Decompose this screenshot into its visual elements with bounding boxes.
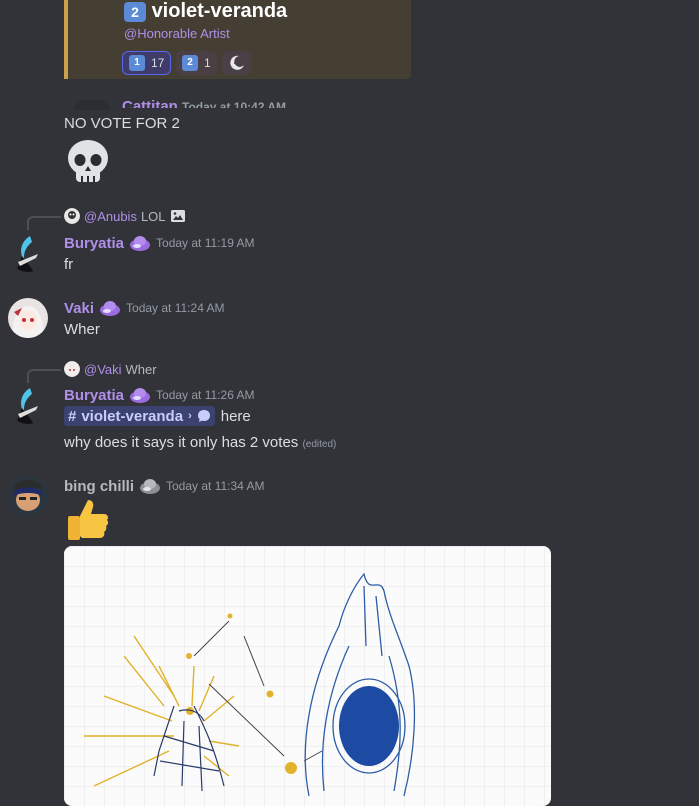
thread-bubble-icon — [197, 410, 210, 422]
message-header: Buryatia Today at 11:19 AM — [64, 233, 255, 253]
timestamp: Today at 11:26 AM — [156, 388, 255, 402]
message-header: Buryatia Today at 11:26 AM — [64, 385, 255, 405]
embed-title: 2 violet-veranda — [124, 0, 287, 23]
username[interactable]: bing chilli — [64, 478, 134, 495]
avatar[interactable] — [8, 232, 48, 272]
message-header: Vaki Today at 11:24 AM — [64, 298, 225, 318]
reaction-1[interactable]: 1 17 — [122, 51, 172, 75]
edited-label: (edited) — [302, 439, 337, 450]
reaction-2[interactable]: 2 1 — [176, 51, 217, 75]
hash-icon: # — [68, 407, 77, 425]
image-attachment[interactable] — [64, 546, 551, 806]
message-text: Wher — [64, 321, 100, 338]
message-text: here — [220, 407, 251, 425]
reply-username[interactable]: @Anubis — [84, 209, 137, 224]
image-icon — [170, 210, 185, 222]
skull-emoji-icon — [64, 138, 112, 190]
sketch-drawing — [64, 546, 551, 806]
chevron-right-icon: › — [188, 410, 192, 422]
reply-text: LOL — [140, 208, 166, 224]
reply-avatar — [64, 361, 80, 377]
reply-connector — [27, 216, 61, 230]
channel-name: violet-veranda — [81, 407, 184, 425]
reply-preview[interactable]: @Vaki Wher — [64, 361, 157, 377]
timestamp: Today at 11:24 AM — [126, 301, 225, 315]
username[interactable]: Buryatia — [64, 387, 124, 404]
username[interactable]: Buryatia — [64, 235, 124, 252]
reaction-badge: 2 — [182, 55, 198, 71]
message-text: NO VOTE FOR 2 — [64, 115, 180, 132]
cloud-role-icon — [130, 388, 151, 403]
reaction-count: 1 — [204, 56, 211, 70]
username[interactable]: Cattitan — [122, 98, 178, 108]
message-line: # violet-veranda › here — [64, 406, 251, 426]
reaction-3[interactable] — [222, 51, 252, 75]
reply-avatar — [64, 208, 80, 224]
moon-face-icon — [230, 55, 244, 70]
avatar[interactable] — [8, 384, 48, 424]
reply-text: Wher — [125, 361, 157, 377]
rank-badge: 2 — [124, 2, 146, 22]
username[interactable]: Vaki — [64, 300, 94, 317]
timestamp: Today at 11:34 AM — [166, 479, 265, 493]
cloud-role-icon — [100, 301, 121, 316]
avatar[interactable] — [8, 476, 48, 516]
timestamp: Today at 11:19 AM — [156, 236, 255, 250]
avatar[interactable] — [8, 298, 48, 338]
cloud-role-icon — [130, 236, 151, 251]
embed-title-text: violet-veranda — [151, 0, 288, 22]
cut-message-header: Cattitan Today at 10:42 AM — [122, 98, 292, 108]
reaction-badge: 1 — [129, 55, 145, 71]
message-header: bing chilli Today at 11:34 AM — [64, 476, 265, 496]
message-line: why does it says it only has 2 votes (ed… — [64, 434, 336, 451]
reaction-count: 17 — [151, 56, 165, 70]
thumbs-up-emoji-icon — [64, 496, 112, 548]
timestamp: Today at 10:42 AM — [182, 100, 287, 108]
cloud-role-icon — [140, 479, 160, 494]
reply-preview[interactable]: @Anubis LOL — [64, 208, 186, 224]
reply-username[interactable]: @Vaki — [84, 362, 122, 377]
embed-author[interactable]: @Honorable Artist — [124, 26, 230, 41]
channel-mention[interactable]: # violet-veranda › — [64, 406, 215, 426]
avatar[interactable] — [74, 100, 110, 110]
message-text: why does it says it only has 2 votes — [64, 434, 299, 451]
reply-connector — [27, 369, 61, 383]
message-text: fr — [64, 256, 74, 273]
